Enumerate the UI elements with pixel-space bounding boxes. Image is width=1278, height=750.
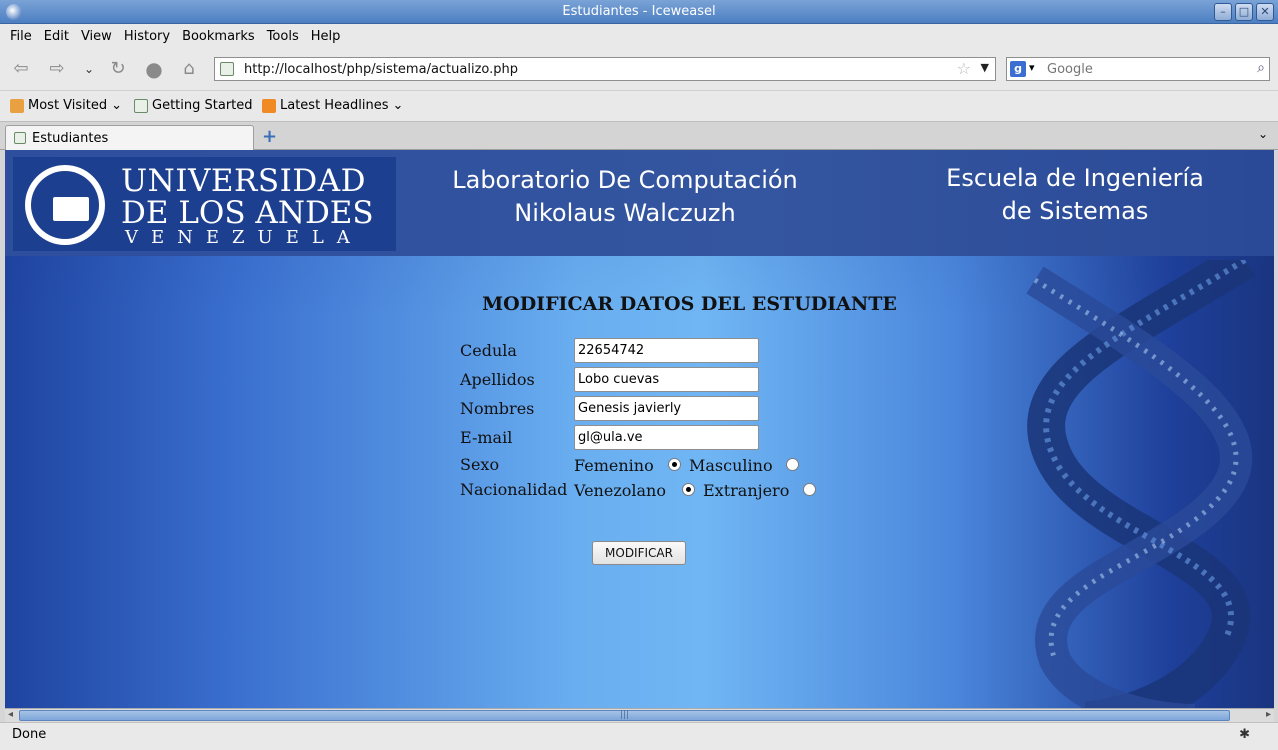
page-icon: [14, 132, 26, 144]
menu-help[interactable]: Help: [305, 29, 347, 44]
back-icon[interactable]: ⇦: [8, 56, 34, 82]
femenino-label: Femenino: [574, 456, 654, 475]
menu-bookmarks[interactable]: Bookmarks: [176, 29, 261, 44]
new-tab-icon[interactable]: +: [262, 126, 277, 147]
masculino-label: Masculino: [689, 456, 773, 475]
nombres-label: Nombres: [460, 399, 535, 418]
venezolano-label: Venezolano: [574, 481, 666, 500]
bookmark-label: Most Visited: [28, 98, 108, 113]
tab-label: Estudiantes: [32, 131, 109, 146]
page-header: UNIVERSIDAD DE LOS ANDES VENEZUELA Labor…: [5, 150, 1274, 256]
bookmark-most-visited[interactable]: Most Visited ⌄: [10, 98, 122, 113]
form-title: MODIFICAR DATOS DEL ESTUDIANTE: [482, 293, 897, 315]
nacionalidad-label: Nacionalidad: [460, 480, 568, 499]
minimize-button[interactable]: –: [1214, 3, 1232, 21]
reload-icon[interactable]: ↻: [105, 56, 131, 82]
bookmark-label: Getting Started: [152, 98, 253, 113]
scroll-left-icon[interactable]: ◂: [8, 709, 13, 720]
page-icon: [134, 98, 148, 113]
cedula-input[interactable]: [574, 338, 759, 363]
bookmark-star-icon[interactable]: ☆: [957, 59, 971, 78]
history-dropdown-icon[interactable]: ⌄: [76, 56, 102, 82]
apellidos-input[interactable]: [574, 367, 759, 392]
tab-bar: Estudiantes + ⌄: [0, 121, 1278, 151]
url-bar[interactable]: http://localhost/php/sistema/actualizo.p…: [214, 57, 996, 81]
university-logo: UNIVERSIDAD DE LOS ANDES VENEZUELA: [13, 157, 396, 251]
folder-icon: [10, 98, 24, 113]
search-input[interactable]: [1047, 60, 1247, 78]
url-text: http://localhost/php/sistema/actualizo.p…: [244, 62, 519, 77]
magnifier-icon[interactable]: ⌕: [1257, 60, 1265, 76]
url-dropdown-icon[interactable]: ▼: [981, 61, 989, 74]
status-bar: Done ✱: [0, 722, 1278, 750]
home-icon[interactable]: ⌂: [176, 56, 202, 82]
venezolano-radio[interactable]: [682, 483, 695, 496]
tab-list-chevron-icon[interactable]: ⌄: [1258, 127, 1268, 141]
menu-edit[interactable]: Edit: [38, 29, 75, 44]
cedula-label: Cedula: [460, 341, 517, 360]
school-title: Escuela de Ingeniería de Sistemas: [905, 162, 1245, 228]
apellidos-label: Apellidos: [460, 370, 535, 389]
lab-title-line-2: Nikolaus Walczuzh: [514, 199, 736, 227]
maximize-button[interactable]: □: [1235, 3, 1253, 21]
scroll-right-icon[interactable]: ▸: [1266, 709, 1271, 720]
bug-icon[interactable]: ✱: [1239, 727, 1250, 742]
window-titlebar: Estudiantes - Iceweasel – □ ✕: [0, 0, 1278, 24]
sexo-label: Sexo: [460, 455, 500, 474]
modificar-button[interactable]: MODIFICAR: [592, 541, 686, 565]
femenino-radio[interactable]: [668, 458, 681, 471]
tab-estudiantes[interactable]: Estudiantes: [5, 125, 254, 151]
rss-feed-icon: [262, 98, 276, 113]
stop-icon[interactable]: ●: [141, 56, 167, 82]
close-button[interactable]: ✕: [1256, 3, 1274, 21]
menu-tools[interactable]: Tools: [261, 29, 305, 44]
status-text: Done: [12, 727, 47, 742]
bookmark-label: Latest Headlines: [280, 98, 389, 113]
logo-line-2: DE LOS ANDES: [121, 195, 374, 231]
lab-title: Laboratorio De Computación Nikolaus Walc…: [415, 164, 835, 230]
menu-view[interactable]: View: [75, 29, 118, 44]
logo-line-1: UNIVERSIDAD: [121, 163, 366, 199]
masculino-radio[interactable]: [786, 458, 799, 471]
horizontal-scrollbar[interactable]: ◂ ||| ▸: [5, 708, 1274, 722]
school-title-line-1: Escuela de Ingeniería: [946, 164, 1204, 192]
university-seal-icon: [25, 165, 105, 245]
engine-dropdown-icon[interactable]: ▾: [1029, 61, 1035, 74]
search-bar[interactable]: g ▾ ⌕: [1006, 57, 1270, 81]
school-title-line-2: de Sistemas: [1001, 197, 1149, 225]
chevron-down-icon: ⌄: [392, 98, 404, 113]
scrollbar-grip-icon: |||: [620, 710, 630, 720]
logo-line-3: VENEZUELA: [125, 227, 363, 248]
bookmarks-toolbar: Most Visited ⌄ Getting Started Latest He…: [0, 90, 1278, 121]
lab-title-line-1: Laboratorio De Computación: [452, 166, 798, 194]
bookmark-latest-headlines[interactable]: Latest Headlines ⌄: [262, 98, 403, 113]
scrollbar-thumb[interactable]: |||: [19, 710, 1230, 721]
extranjero-label: Extranjero: [703, 481, 790, 500]
menu-bar: File Edit View History Bookmarks Tools H…: [0, 24, 1278, 48]
window-title: Estudiantes - Iceweasel: [562, 4, 716, 19]
forward-icon[interactable]: ⇨: [44, 56, 70, 82]
search-engine-icon[interactable]: g: [1010, 61, 1026, 77]
site-favicon-icon: [220, 62, 234, 76]
extranjero-radio[interactable]: [803, 483, 816, 496]
nombres-input[interactable]: [574, 396, 759, 421]
email-label: E-mail: [460, 428, 513, 447]
bookmark-getting-started[interactable]: Getting Started: [134, 98, 253, 113]
dna-helix-decoration: [1026, 260, 1255, 708]
menu-history[interactable]: History: [118, 29, 176, 44]
email-input[interactable]: [574, 425, 759, 450]
chevron-down-icon: ⌄: [111, 98, 123, 113]
page-viewport: UNIVERSIDAD DE LOS ANDES VENEZUELA Labor…: [5, 150, 1274, 708]
menu-file[interactable]: File: [4, 29, 38, 44]
